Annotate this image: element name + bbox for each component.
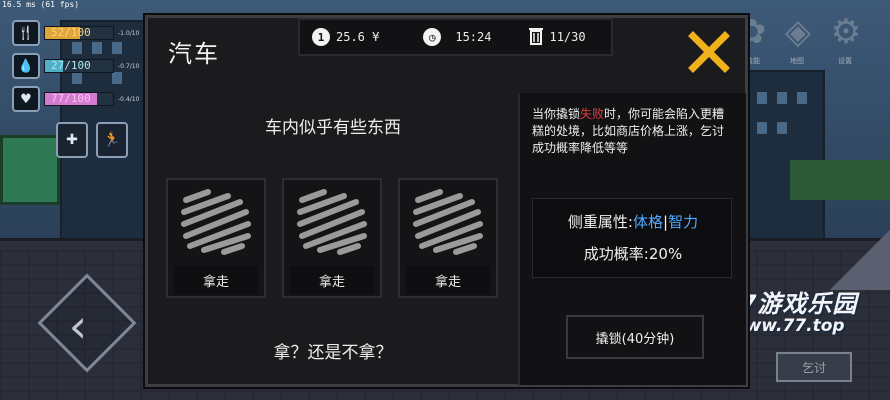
close-button[interactable] bbox=[687, 30, 731, 74]
failure-warning: 当你撬锁失败时，你可能会陷入更糟糕的处境，比如商店价格上涨，乞讨成功概率降低等等 bbox=[532, 106, 732, 188]
run-icon: 🏃 bbox=[103, 132, 121, 148]
coin-icon: 1 bbox=[312, 28, 330, 46]
loot-slot: 拿走 bbox=[398, 178, 498, 298]
lockpick-button[interactable]: 撬锁(40分钟) bbox=[566, 315, 704, 359]
loot-panel: 车内似乎有些东西 拿走 拿走 拿走 拿？还是不拿？ bbox=[148, 93, 518, 385]
money-value: 25.6 ¥ bbox=[336, 30, 380, 44]
thirst-stat: 💧 27/100 -0.7/10 bbox=[12, 53, 139, 79]
trash-display: 11/30 bbox=[529, 27, 586, 48]
hunger-bar: 52/100 bbox=[44, 26, 114, 40]
warning-pre: 当你撬锁 bbox=[532, 107, 581, 121]
hunger-value: 52/100 bbox=[51, 26, 91, 39]
heal-icon: ✚ bbox=[66, 132, 78, 148]
hunger-stat: 🍴 52/100 -1.0/10 bbox=[12, 20, 139, 46]
dialog-title: 汽车 bbox=[168, 40, 220, 68]
health-stat: ♥ 77/100 -0.4/10 bbox=[12, 86, 139, 112]
loot-question: 拿？还是不拿？ bbox=[273, 343, 393, 363]
building-window bbox=[757, 122, 767, 134]
thirst-bar: 27/100 bbox=[44, 59, 114, 73]
unknown-item-icon bbox=[297, 189, 367, 255]
fps-counter: 16.5 ms (61 fps) bbox=[2, 0, 80, 9]
attribute-physique: 体格 bbox=[632, 213, 663, 231]
thirst-value: 27/100 bbox=[51, 59, 91, 72]
skill-label: 技能 bbox=[746, 57, 760, 65]
green-billboard bbox=[0, 135, 60, 205]
loot-slot: 拿走 bbox=[282, 178, 382, 298]
building-window bbox=[777, 92, 787, 104]
run-button[interactable]: 🏃 bbox=[96, 122, 128, 158]
map-label: 地图 bbox=[790, 57, 804, 65]
attribute-intellect: 智力 bbox=[668, 213, 699, 231]
loot-prompt: 车内似乎有些东西 bbox=[265, 118, 401, 138]
map-icon[interactable]: ◈ bbox=[776, 10, 820, 54]
attribute-box: 侧重属性:体格|智力 成功概率:20% bbox=[532, 198, 732, 278]
trash-value: 11/30 bbox=[549, 30, 586, 44]
heal-button[interactable]: ✚ bbox=[56, 122, 88, 158]
close-icon bbox=[688, 31, 730, 73]
beg-button[interactable]: 乞讨 bbox=[776, 352, 852, 382]
stairs bbox=[830, 230, 890, 290]
success-rate: 成功概率:20% bbox=[583, 245, 683, 263]
health-bar: 77/100 bbox=[44, 92, 114, 106]
time-value: 15:24 bbox=[455, 30, 492, 44]
building bbox=[745, 70, 825, 240]
money-display: 1 25.6 ¥ bbox=[312, 28, 379, 46]
warning-em: 失败 bbox=[580, 107, 605, 121]
status-bar: 1 25.6 ¥ ◷ 15:24 11/30 bbox=[298, 18, 613, 56]
time-display: ◷ 15:24 bbox=[423, 28, 491, 46]
car-dialog: 汽车 1 25.6 ¥ ◷ 15:24 11/30 车内似乎有些东西 拿走 拿走… bbox=[145, 15, 748, 387]
hunger-delta: -1.0/10 bbox=[118, 29, 140, 37]
heartbeat-icon: ♥ bbox=[12, 86, 40, 112]
fork-knife-icon: 🍴 bbox=[12, 20, 40, 46]
unknown-item-icon bbox=[413, 189, 483, 255]
health-delta: -0.4/10 bbox=[118, 95, 140, 103]
gear-icon[interactable]: ⚙ bbox=[824, 10, 868, 54]
building-window bbox=[777, 122, 787, 134]
left-arrow-icon[interactable]: ‹ bbox=[58, 300, 98, 352]
attribute-line: 侧重属性:体格|智力 bbox=[533, 211, 733, 232]
water-drop-icon: 💧 bbox=[12, 53, 40, 79]
take-button[interactable]: 拿走 bbox=[406, 266, 490, 294]
health-value: 77/100 bbox=[51, 92, 91, 105]
clock-icon: ◷ bbox=[423, 28, 442, 46]
building-window bbox=[757, 92, 767, 104]
trash-bin-icon bbox=[529, 27, 544, 48]
thirst-delta: -0.7/10 bbox=[118, 62, 140, 70]
unknown-item-icon bbox=[181, 189, 251, 255]
loot-slot: 拿走 bbox=[166, 178, 266, 298]
take-button[interactable]: 拿走 bbox=[174, 266, 258, 294]
attribute-label: 侧重属性: bbox=[567, 213, 633, 231]
hedge bbox=[790, 160, 890, 200]
take-button[interactable]: 拿走 bbox=[290, 266, 374, 294]
gear-label: 设置 bbox=[838, 57, 852, 65]
building-window bbox=[797, 92, 807, 104]
